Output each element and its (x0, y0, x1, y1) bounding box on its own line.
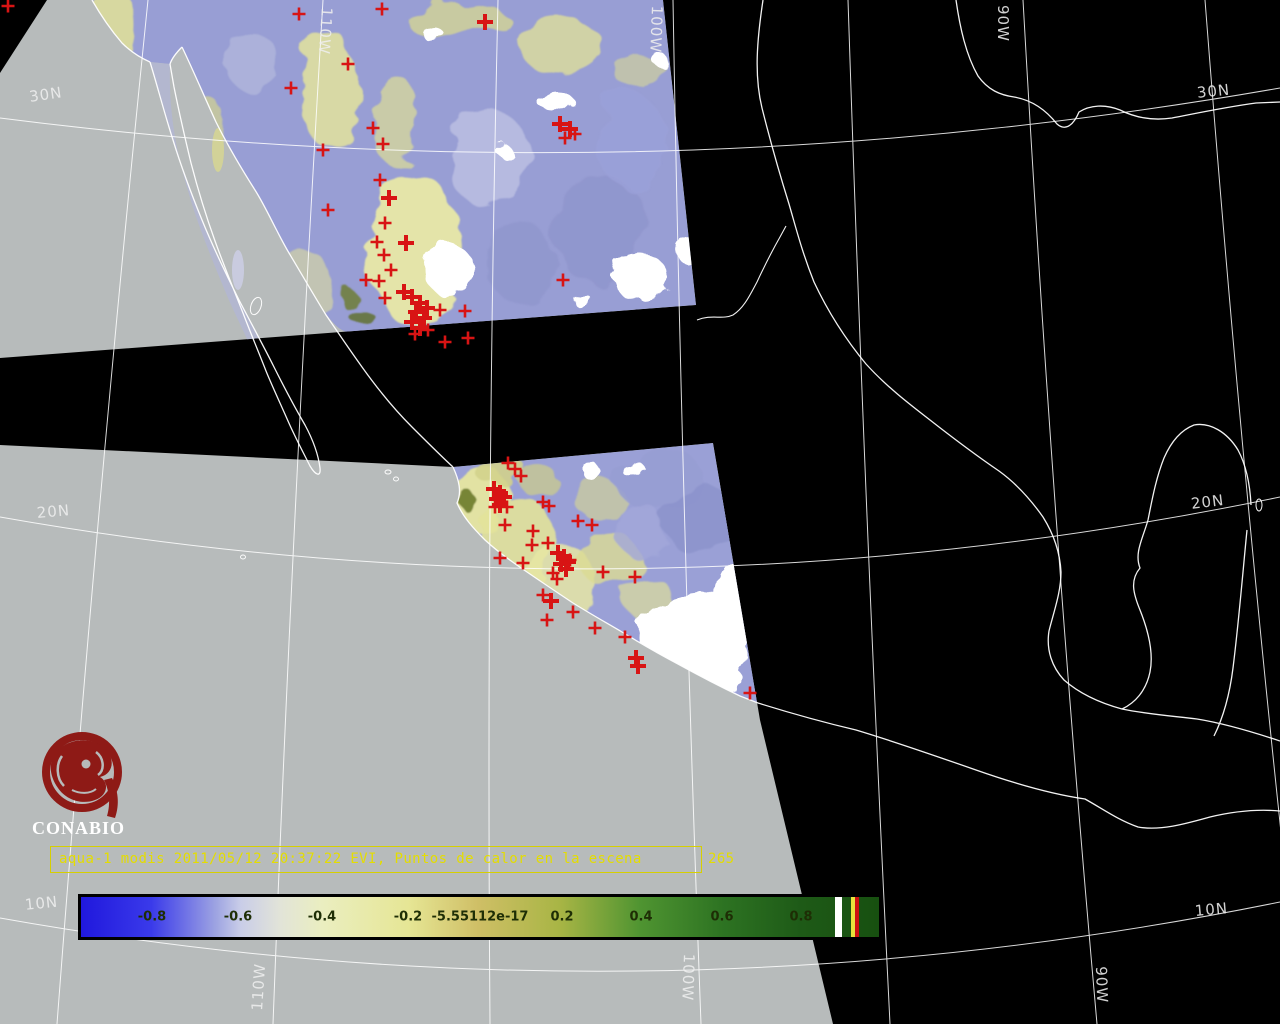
colorbar-stripe (835, 897, 842, 937)
graticule-label-20n: 20N (36, 501, 71, 522)
meridian-95w (848, 0, 890, 1024)
graticule-label-10n: 10N (24, 893, 59, 914)
meridian-90w (1023, 0, 1097, 1024)
pacific-south-coast (758, 703, 1280, 828)
yucatan-coast (1122, 424, 1251, 709)
satellite-map-viewer: 30N30N20N20N10N10N110W100W90W110W100W90W… (0, 0, 1280, 1024)
hotspot-count: 265 (708, 846, 735, 873)
graticule-label-100w: 100W (646, 5, 666, 53)
colorbar-tick: -0.4 (308, 910, 336, 925)
graticule-label-90w: 90W (994, 5, 1012, 42)
colorbar-stripe (855, 897, 859, 937)
colorbar-tick: -5.55112e-17 (432, 910, 529, 925)
colorbar-tick: 0.6 (710, 910, 733, 925)
graticule-label-90w: 90W (1092, 966, 1111, 1004)
rio-grande (697, 226, 786, 320)
colorbar-tick: 0.2 (550, 910, 573, 925)
north-swath (0, 0, 710, 380)
colorbar-tick: -0.6 (224, 910, 252, 925)
evi-colorbar: -0.8 -0.6 -0.4 -0.2 -5.55112e-17 0.2 0.4 0.6 0.8 (78, 894, 882, 940)
colorbar-tick: -0.8 (138, 910, 166, 925)
conabio-logo (36, 728, 146, 820)
graticule-label-10n: 10N (1194, 899, 1229, 920)
graticule-label-110w: 110W (315, 7, 336, 56)
graticule-label-100w: 100W (678, 953, 698, 1001)
meridian-85w (1205, 0, 1280, 1024)
graticule-label-30n: 30N (1196, 81, 1231, 102)
gulf-coast (757, 0, 1280, 741)
colorbar-tick: 0.8 (789, 910, 812, 925)
graticule-label-110w: 110W (248, 963, 269, 1012)
colorbar-tick: 0.4 (629, 910, 652, 925)
fire-hotspot (2, 0, 15, 13)
logo-text: CONABIO (32, 818, 142, 839)
colorbar-tick: -0.2 (394, 910, 422, 925)
fire-hotspot (462, 332, 475, 345)
fire-hotspot (439, 336, 452, 349)
scene-annotation: aqua-1 modis 2011/05/12 20:37:22 EVI, Pu… (50, 846, 702, 873)
